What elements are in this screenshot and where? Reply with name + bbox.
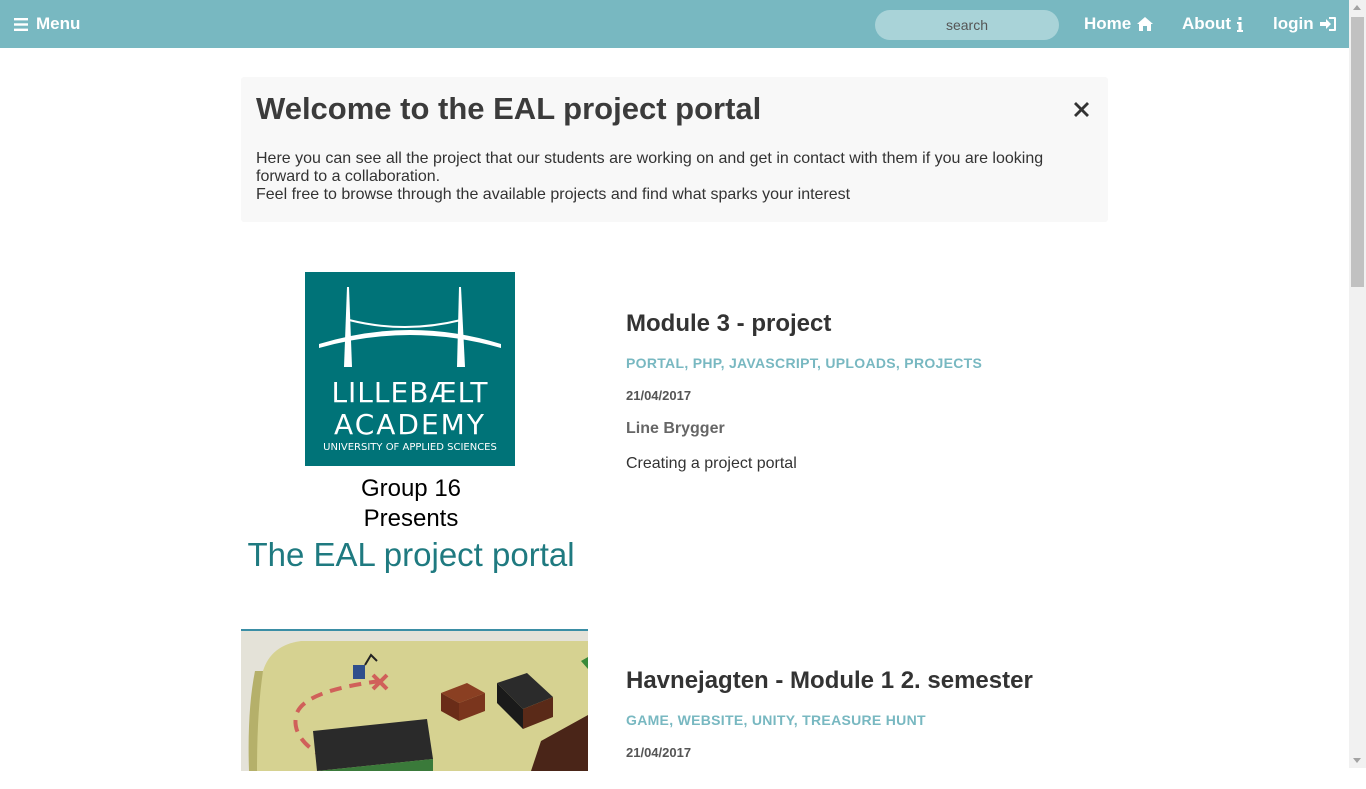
sign-in-icon [1319, 17, 1336, 31]
nav-login-label: login [1273, 14, 1314, 33]
scroll-down-arrow-icon[interactable] [1353, 758, 1361, 763]
welcome-description: Here you can see all the project that ou… [256, 150, 1076, 204]
thumbnail-presents-text: Presents [363, 505, 459, 532]
home-icon [1137, 17, 1154, 31]
project-info: Module 3 - project PORTAL, PHP, JAVASCRI… [626, 310, 982, 473]
nav-about-label: About [1182, 14, 1232, 33]
nav-home-label: Home [1084, 14, 1132, 33]
search-input[interactable] [875, 10, 1059, 40]
scrollbar-thumb[interactable] [1351, 17, 1364, 287]
nav-home-link[interactable]: Home [1084, 13, 1154, 35]
welcome-title: Welcome to the EAL project portal [256, 91, 762, 126]
project-card[interactable]: LILLEBÆLT ACADEMY UNIVERSITY OF APPLIED … [241, 272, 1108, 582]
scroll-up-arrow-icon[interactable] [1353, 5, 1361, 10]
close-icon [1074, 102, 1089, 117]
project-date: 21/04/2017 [626, 388, 692, 403]
project-description: Creating a project portal [626, 455, 797, 472]
project-info: Havnejagten - Module 1 2. semester GAME,… [626, 667, 1033, 760]
project-date: 21/04/2017 [626, 745, 692, 760]
project-author: Line Brygger [626, 420, 725, 437]
thumbnail-portal-title: The EAL project portal [247, 536, 575, 573]
logo-text-line-1: LILLEBÆLT [331, 376, 489, 409]
menu-button[interactable]: Menu [14, 13, 80, 35]
thumbnail-group-text: Group 16 [360, 475, 462, 502]
logo-text-line-3: UNIVERSITY OF APPLIED SCIENCES [323, 442, 497, 453]
project-tags[interactable]: PORTAL, PHP, JAVASCRIPT, UPLOADS, PROJEC… [626, 355, 982, 371]
welcome-line-2: Feel free to browse through the availabl… [256, 186, 851, 203]
page-scrollbar[interactable] [1349, 0, 1366, 768]
welcome-line-1: Here you can see all the project that ou… [256, 150, 1044, 185]
project-title[interactable]: Module 3 - project [626, 310, 982, 338]
hamburger-icon [14, 17, 28, 31]
top-navbar: Menu Home About login [0, 0, 1349, 48]
project-tags[interactable]: GAME, WEBSITE, UNITY, TREASURE HUNT [626, 712, 1033, 728]
project-thumbnail[interactable] [241, 629, 588, 771]
project-card[interactable]: Havnejagten - Module 1 2. semester GAME,… [241, 629, 1108, 789]
nav-login-link[interactable]: login [1273, 13, 1336, 35]
project-title[interactable]: Havnejagten - Module 1 2. semester [626, 667, 1033, 695]
game-scene-image [241, 631, 588, 771]
bridge-logo-icon [319, 287, 501, 367]
project-thumbnail[interactable]: LILLEBÆLT ACADEMY UNIVERSITY OF APPLIED … [241, 272, 588, 573]
menu-label: Menu [36, 14, 81, 33]
info-icon [1237, 16, 1244, 32]
nav-about-link[interactable]: About [1182, 13, 1244, 35]
close-welcome-button[interactable] [1074, 99, 1094, 121]
logo-text-line-2: ACADEMY [334, 408, 486, 441]
welcome-panel: Welcome to the EAL project portal Here y… [241, 77, 1108, 222]
lillebaelt-academy-logo: LILLEBÆLT ACADEMY UNIVERSITY OF APPLIED … [305, 272, 515, 466]
